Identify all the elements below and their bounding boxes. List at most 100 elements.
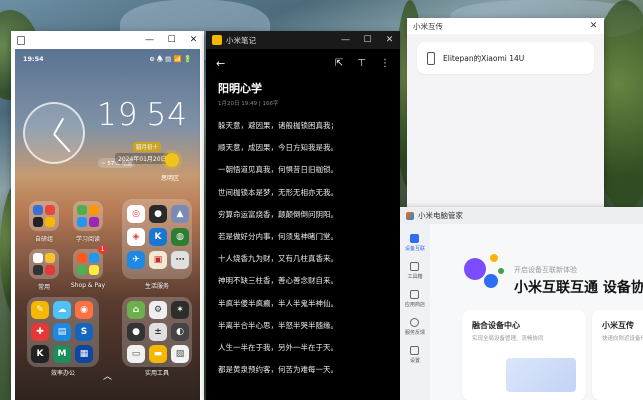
pc-manager-sidebar: 设备互联 工具箱 应用商店 服务反馈 设置 — [400, 224, 430, 400]
more-app-icon[interactable]: ⋯ — [171, 251, 189, 269]
file-app-icon[interactable]: ▭ — [127, 345, 145, 363]
back-arrow-icon[interactable]: ← — [216, 57, 225, 70]
note-title[interactable]: 阳明心学 — [206, 70, 400, 96]
flashlight-app-icon[interactable]: ◐ — [171, 323, 189, 341]
notes-window-title: 小米笔记 — [226, 35, 256, 45]
close-button[interactable]: ✕ — [589, 21, 598, 31]
chevron-up-icon[interactable]: ︿ — [103, 369, 112, 382]
theme-shirt-icon[interactable]: ⊤ — [357, 58, 366, 69]
pc-manager-logo-icon — [406, 211, 414, 220]
app-folder-common[interactable] — [29, 249, 59, 279]
minimize-button[interactable]: — — [145, 35, 154, 45]
more-options-icon[interactable]: ⋮ — [380, 58, 390, 69]
m-app-icon[interactable]: M — [53, 345, 71, 363]
close-button[interactable]: ✕ — [385, 35, 394, 45]
settings-app-icon[interactable]: ⚙ — [149, 301, 167, 319]
camera-app-icon[interactable]: ● — [149, 205, 167, 223]
sidebar-item-label: 设置 — [409, 358, 420, 364]
weather-sun-icon[interactable] — [165, 153, 179, 167]
fusion-device-center-card[interactable]: 融合设备中心 实现全局设备管理、流畅协同 — [462, 310, 586, 400]
settings-icon — [410, 346, 420, 355]
phone-status-icons: ⊙ 🕭 ▤ 📶 🔋 — [149, 55, 192, 63]
device-card[interactable]: Elitepan的Xiaomi 14U — [417, 42, 594, 74]
note-body[interactable]: 躲天意，避因果，诸般枷锁困真我； 顺天意，成因果，今日方知我是我。 一朝悟道见真… — [206, 107, 400, 381]
pc-manager-headline: 小米互联互通 设备协同 — [514, 280, 643, 296]
minimize-button[interactable]: — — [341, 35, 350, 45]
folder-app-icon[interactable]: ▬ — [149, 345, 167, 363]
interconnect-logo-icon — [464, 252, 518, 296]
clock-hour-digits: 19 — [97, 97, 139, 133]
k-dark-app-icon[interactable]: K — [31, 345, 49, 363]
security-app-icon[interactable]: ⌂ — [127, 301, 145, 319]
xiaomi-share-card[interactable]: 小米互传 快速向附近设备传输 — [592, 310, 643, 400]
analog-clock-widget[interactable] — [23, 102, 85, 164]
pinduoduo-app-icon[interactable]: ◈ — [127, 228, 145, 246]
cloud-app-icon[interactable]: ☁ — [53, 301, 71, 319]
lunar-date-chip: 腊月初十 — [133, 142, 162, 152]
sidebar-item-label: 应用商店 — [404, 302, 425, 308]
pc-manager-subtitle: 开启设备互联新体验 — [514, 266, 577, 274]
maximize-button[interactable]: ☐ — [167, 35, 176, 45]
pdf-app-icon[interactable]: ✚ — [31, 323, 49, 341]
note-line: 人生一半在于我，另外一半在于天。 — [218, 343, 338, 353]
xiaomi-share-window[interactable]: 小米互传 ✕ Elitepan的Xiaomi 14U — [407, 18, 604, 208]
compass-app-icon[interactable]: ✶ — [171, 301, 189, 319]
app-folder-ziyan[interactable] — [29, 201, 59, 231]
app-folder-study[interactable] — [73, 201, 103, 231]
clock-minute-hand — [53, 133, 71, 153]
sidebar-item-toolbox[interactable]: 工具箱 — [407, 262, 423, 280]
k-app-icon[interactable]: K — [149, 228, 167, 246]
devices-illustration — [506, 358, 576, 392]
card-desc: 实现全局设备管理、流畅协同 — [472, 336, 544, 342]
calculator-app-icon[interactable]: ± — [149, 323, 167, 341]
food-app-icon[interactable]: ▣ — [149, 251, 167, 269]
phone-window-titlebar[interactable]: — ☐ ✕ — [11, 31, 204, 49]
sx-app-icon[interactable]: S — [75, 323, 93, 341]
plane-app-icon[interactable]: ✈ — [127, 251, 145, 269]
xiaomi-share-titlebar[interactable]: 小米互传 ✕ — [407, 18, 604, 34]
phone-home-screen[interactable]: 19:54 ⊙ 🕭 ▤ 📶 🔋 19 54 腊月初十 ~ 57% 电量 2024… — [15, 49, 200, 400]
note-line: 世间枷锁本是梦，无形无相亦无我。 — [218, 187, 338, 197]
clock-minute-digits: 54 — [146, 97, 188, 133]
pc-manager-title: 小米电脑管家 — [418, 211, 463, 220]
app-folder-shop-pay[interactable] — [73, 249, 103, 279]
globe-app-icon[interactable]: ◍ — [171, 228, 189, 246]
sidebar-item-label: 设备互联 — [404, 246, 425, 252]
feedback-icon — [410, 318, 420, 327]
notes-app-icon — [212, 35, 222, 45]
folder-label: 生活服务 — [144, 283, 170, 290]
note-line: 躲天意，避因果，诸般枷锁困真我； — [218, 121, 338, 130]
doc-app-icon[interactable]: ▤ — [53, 323, 71, 341]
office-more-app-icon[interactable]: ▦ — [75, 345, 93, 363]
notification-badge: 1 — [98, 245, 107, 254]
maximize-button[interactable]: ☐ — [363, 35, 372, 45]
phone-mirror-window[interactable]: — ☐ ✕ 19:54 ⊙ 🕭 ▤ 📶 🔋 19 54 腊月初十 ~ 57% 电… — [11, 31, 204, 400]
gallery-app-icon[interactable]: ▲ — [171, 205, 189, 223]
share-icon[interactable]: ⇱ — [335, 58, 343, 69]
screenshot-app-icon[interactable]: ◉ — [75, 301, 93, 319]
notes-window[interactable]: 小米笔记 — ☐ ✕ ← ⇱ ⊤ ⋮ 阳明心学 1月20日 19:49 | 16… — [206, 31, 400, 400]
sidebar-item-app-store[interactable]: 应用商店 — [405, 290, 425, 308]
scanner-app-icon[interactable]: ▧ — [171, 345, 189, 363]
card-title: 融合设备中心 — [472, 321, 520, 330]
clock-hour-hand — [53, 117, 64, 135]
map-app-icon[interactable]: ◎ — [127, 205, 145, 223]
digital-clock-widget[interactable]: 19 54 — [97, 97, 188, 133]
sidebar-item-device-link[interactable]: 设备互联 — [405, 234, 425, 252]
recorder-app-icon[interactable]: ● — [127, 323, 145, 341]
pc-manager-titlebar[interactable]: 小米电脑管家 — [400, 207, 643, 224]
folder-label: 自研组 — [34, 236, 54, 243]
pc-manager-window[interactable]: 小米电脑管家 设备互联 工具箱 应用商店 服务反馈 设置 开启设备互联新体验 小… — [400, 207, 643, 400]
sidebar-item-settings[interactable]: 设置 — [410, 346, 420, 364]
notes-app-icon[interactable]: ✎ — [31, 301, 49, 319]
phone-icon — [427, 51, 435, 65]
close-button[interactable]: ✕ — [189, 35, 198, 45]
folder-label: 学习阅读 — [75, 236, 101, 243]
note-line: 半疯半傻半疯癫，半人半鬼半神仙。 — [218, 298, 338, 308]
sidebar-item-feedback[interactable]: 服务反馈 — [405, 318, 425, 336]
clock-date: 2024年01月20日 — [115, 153, 170, 164]
toolbox-icon — [410, 262, 420, 271]
notes-window-titlebar[interactable]: 小米笔记 — ☐ ✕ — [206, 31, 400, 49]
xiaomi-share-title: 小米互传 — [413, 21, 443, 31]
sidebar-item-label: 服务反馈 — [404, 330, 425, 336]
